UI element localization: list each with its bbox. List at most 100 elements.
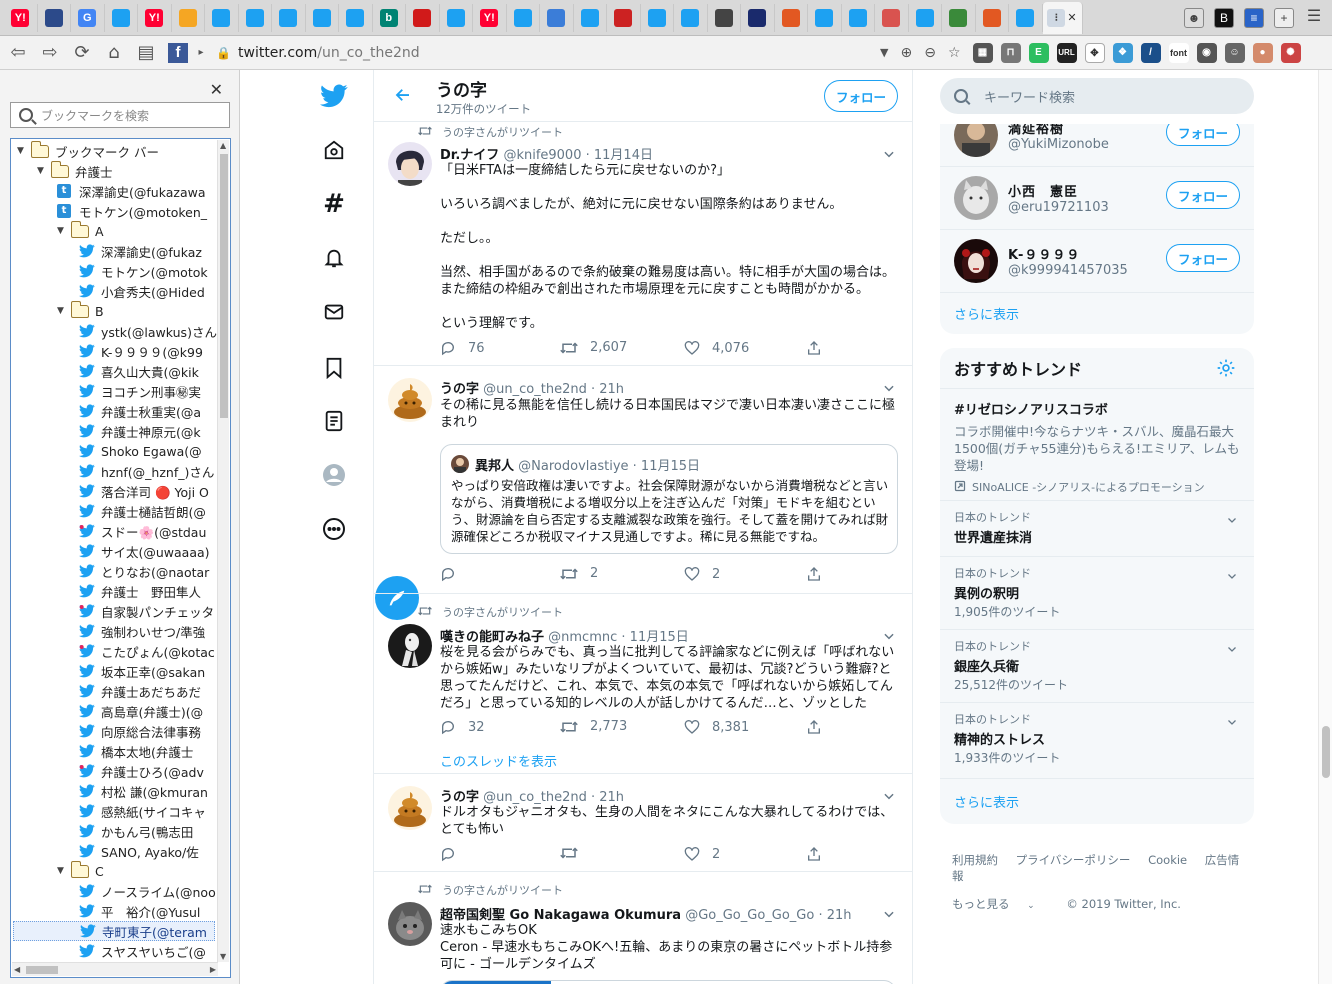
bookmark-item[interactable]: こたぴょん(@kotac (79, 641, 215, 661)
bookmark-folder[interactable]: ▼ ブックマーク バー (17, 140, 159, 161)
messages-envelope-icon[interactable] (306, 292, 362, 332)
settings-gear-icon[interactable]: ✺ (1280, 42, 1301, 63)
trend-item[interactable]: 日本のトレンド 異例の釈明 1,905件のツイート (940, 556, 1254, 629)
bookmark-item[interactable]: 弁護士樋詰哲朗(@ (79, 501, 206, 521)
chevron-down-icon[interactable] (882, 788, 896, 802)
browser-tab[interactable] (38, 3, 71, 32)
trend-item[interactable]: 日本のトレンド 精神的ストレス 1,933件のツイート (940, 702, 1254, 778)
evernote-icon[interactable]: E (1028, 42, 1049, 63)
bookmark-item[interactable]: 弁護士あだちあだ (79, 681, 201, 701)
browser-tab[interactable] (607, 3, 641, 32)
tweet[interactable]: うの字さんがリツイート 嘆きの能町みね子 @nmcmnc · 11月15日 桜を… (374, 594, 912, 774)
bookmark-item[interactable]: かもん弓(鴨志田 (79, 821, 193, 841)
browser-tab[interactable] (540, 3, 574, 32)
footer-cookie-link[interactable]: Cookie (1148, 853, 1187, 867)
bookmark-item[interactable]: スドー🌸(@stdau (79, 521, 206, 541)
bookmark-item[interactable]: 小倉秀夫(@Hided (79, 281, 205, 301)
bookmark-item[interactable]: ノースライム(@noo (79, 881, 216, 901)
bookmark-folder[interactable]: ▼ 弁護士 (37, 160, 113, 181)
retweet-button[interactable]: 2,607 (560, 340, 627, 355)
profile-follow-button[interactable]: フォロー (824, 80, 898, 112)
tweet-time[interactable]: 21h (599, 790, 624, 805)
retweet-button[interactable]: 2 (560, 566, 598, 581)
bookmark-item[interactable]: 弁護士 野田隼人 (79, 581, 201, 601)
link-card[interactable] (440, 980, 896, 984)
browser-tab[interactable] (1009, 3, 1043, 32)
bookmark-item[interactable]: スヤスヤいちご(@ (79, 941, 206, 961)
bookmark-item[interactable]: 高島章(弁護士)(@ (79, 701, 203, 721)
bookmark-item[interactable]: 深澤諭史(@fukaz (79, 241, 202, 261)
share-button[interactable] (806, 340, 822, 356)
b-extension-icon[interactable]: B (1214, 7, 1234, 28)
dropbox-icon[interactable]: ❖ (1112, 42, 1133, 63)
bookmark-item[interactable]: 弁護士神原元(@k (79, 421, 201, 441)
url-bar[interactable]: 🔒 twitter.com/un_co_the2nd (216, 40, 876, 66)
browser-tab[interactable]: Y! (138, 3, 172, 32)
zoom-out-icon[interactable]: ⊖ (924, 45, 936, 61)
bookmark-item[interactable]: 感熱紙(サイコキャ (79, 801, 206, 821)
dropdown-icon[interactable]: ▼ (880, 46, 888, 59)
lists-icon[interactable] (306, 401, 362, 441)
tweet-author-name[interactable]: 嘆きの能町みね子 (440, 630, 544, 645)
profile-avatar-icon[interactable]: ● (1252, 42, 1273, 63)
bookmark-item[interactable]: モトケン(@motok (79, 261, 208, 281)
expand-triangle-icon[interactable]: ▼ (57, 866, 67, 876)
profile-avatar-icon[interactable] (306, 455, 362, 495)
browser-tab[interactable] (942, 3, 976, 32)
follow-button[interactable]: フォロー (1166, 244, 1240, 272)
browser-tab[interactable]: Y! (4, 3, 38, 32)
bookmark-item[interactable]: 喜久山大貴(@kik (79, 361, 199, 381)
like-button[interactable]: 2 (684, 846, 720, 862)
retweet-button[interactable]: 2,773 (560, 719, 627, 734)
share-button[interactable] (806, 846, 822, 862)
avatar[interactable] (388, 902, 432, 946)
home-icon[interactable] (306, 130, 362, 170)
browser-tab[interactable] (105, 3, 138, 32)
bookmark-folder[interactable]: ▼ B (57, 300, 104, 321)
suggested-user[interactable]: 小西 憲臣 @eru19721103 フォロー (940, 167, 1254, 230)
chevron-down-icon[interactable] (1226, 713, 1238, 725)
follow-button[interactable]: フォロー (1166, 124, 1240, 146)
browser-tab[interactable]: G (71, 3, 105, 32)
close-sidebar-icon[interactable]: ✕ (210, 80, 223, 99)
bookmark-item[interactable]: 橋本太地(弁護士 (79, 741, 193, 761)
share-button[interactable] (806, 566, 822, 582)
browser-tab[interactable]: Y! (473, 3, 507, 32)
browser-tab[interactable] (440, 3, 473, 32)
zoom-in-icon[interactable]: ⊕ (900, 45, 912, 61)
bookmark-item[interactable]: SANO, Ayako/佐 (79, 841, 199, 861)
extension-icon[interactable]: ▦ (972, 42, 993, 63)
home-button[interactable]: ⌂ (100, 39, 128, 67)
facebook-icon[interactable]: f (164, 39, 192, 67)
share-button[interactable] (806, 719, 822, 735)
back-button[interactable]: ⇦ (4, 39, 32, 67)
like-button[interactable]: 8,381 (684, 719, 749, 735)
explore-hashtag-icon[interactable]: # (306, 184, 362, 224)
move-icon[interactable]: ✥ (1084, 42, 1105, 63)
chevron-down-icon[interactable] (882, 380, 896, 394)
bookmark-search-input[interactable]: ブックマークを検索 (10, 102, 230, 128)
browser-tab[interactable] (808, 3, 842, 32)
page-scrollbar[interactable] (1318, 70, 1332, 984)
bookmark-item[interactable]: 弁護士ひろ(@adv (79, 761, 204, 781)
bookmark-item[interactable]: t モトケン(@motoken_ (57, 201, 207, 221)
tweet-time[interactable]: 21h (827, 908, 852, 923)
bookmark-folder[interactable]: ▼ C (57, 860, 104, 881)
more-options-icon[interactable] (306, 509, 362, 549)
chevron-down-icon[interactable] (1226, 567, 1238, 579)
bookmark-item[interactable]: 向原総合法律事務 (79, 721, 201, 741)
browser-tab[interactable] (909, 3, 942, 32)
trend-item[interactable]: 日本のトレンド 銀座久兵衛 25,512件のツイート (940, 629, 1254, 702)
expand-triangle-icon[interactable]: ▼ (57, 226, 67, 236)
browser-tab[interactable] (842, 3, 875, 32)
bookmark-item[interactable]: ystk(@lawkus)さん (79, 321, 217, 341)
pen-icon[interactable]: / (1140, 42, 1161, 63)
active-browser-tab[interactable]: ⁝ ✕ (1042, 1, 1083, 34)
bookmark-icon[interactable]: ⊓ (1000, 42, 1021, 63)
browser-tab[interactable] (406, 3, 440, 32)
show-more-link[interactable]: さらに表示 (954, 304, 1019, 323)
browser-tab[interactable] (507, 3, 540, 32)
bookmark-item[interactable]: t 深澤諭史(@fukazawa (57, 181, 205, 201)
reply-button[interactable] (440, 566, 468, 582)
chevron-down-icon[interactable] (882, 628, 896, 642)
